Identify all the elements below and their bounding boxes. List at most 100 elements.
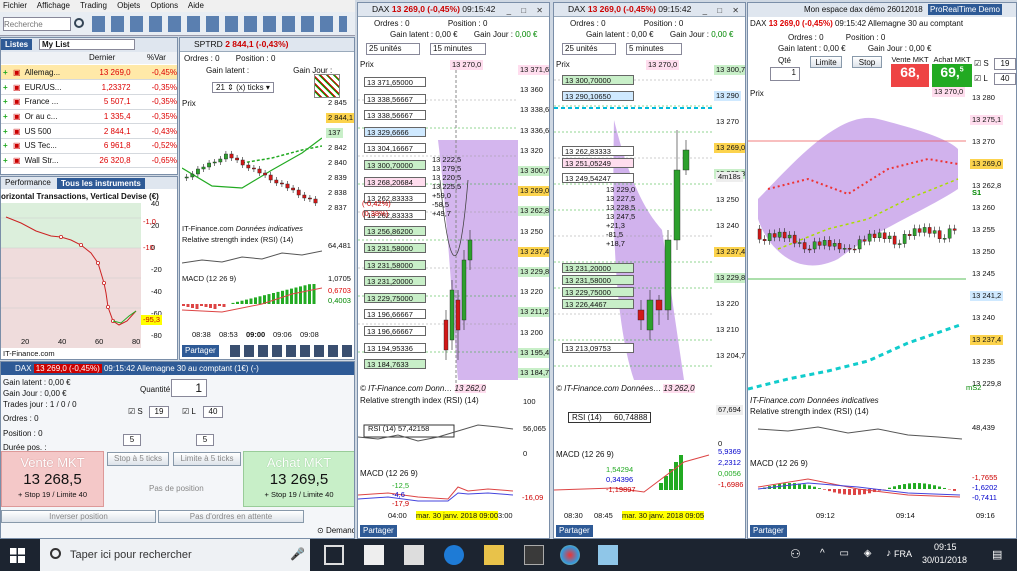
plus-icon[interactable]: + bbox=[1, 109, 11, 125]
menu-objets[interactable]: Objets bbox=[117, 1, 140, 10]
limit-5-ticks-button[interactable]: Limite à 5 ticks bbox=[173, 452, 241, 466]
media-icon[interactable] bbox=[524, 545, 544, 565]
chart3-sell-button[interactable]: Vente MKT 68, bbox=[891, 55, 929, 87]
watchlist-row[interactable]: + ▣ Or au c... 1 335,4 -0,35% bbox=[1, 109, 177, 125]
col-var[interactable]: %Var bbox=[147, 53, 166, 62]
spx-share-button[interactable]: Partager bbox=[182, 345, 219, 357]
price-level[interactable]: 13 196,66667 bbox=[364, 326, 426, 336]
task-view-icon[interactable] bbox=[324, 545, 344, 565]
chart2-timeframe-select[interactable]: 5 minutes bbox=[626, 43, 682, 55]
plus-icon[interactable]: + bbox=[1, 79, 11, 95]
menu-affichage[interactable]: Affichage bbox=[37, 1, 70, 10]
email-icon[interactable] bbox=[364, 545, 384, 565]
stop-5-ticks-button[interactable]: Stop à 5 ticks bbox=[107, 452, 169, 466]
plus-icon[interactable]: + bbox=[1, 153, 11, 169]
spx-tools[interactable] bbox=[230, 345, 352, 357]
sell-button[interactable]: Vente MKT 13 268,5 + Stop 19 / Limite 40 bbox=[1, 451, 104, 507]
chart3-l-input[interactable]: 40 bbox=[994, 73, 1016, 85]
price-level[interactable]: 13 329,6666 bbox=[364, 126, 426, 137]
toolbar-icons[interactable] bbox=[92, 16, 347, 32]
paint-icon[interactable] bbox=[560, 545, 580, 565]
limit-input[interactable]: 40 bbox=[203, 406, 223, 418]
chart1-share-button[interactable]: Partager bbox=[360, 525, 397, 537]
all-instruments-tab[interactable]: Tous les instruments bbox=[57, 178, 145, 189]
col-last[interactable]: Dernier bbox=[89, 53, 115, 62]
stop-input[interactable]: 19 bbox=[149, 406, 169, 418]
price-level[interactable]: 13 231,20000 bbox=[364, 276, 426, 287]
trade-icon[interactable]: ▣ bbox=[11, 138, 23, 154]
chart3-limit-button[interactable]: Limite bbox=[810, 56, 842, 68]
price-level[interactable]: 13 338,56667 bbox=[364, 110, 426, 121]
price-level[interactable]: 13 231,20000 bbox=[562, 263, 634, 273]
trade-icon[interactable]: ▣ bbox=[11, 109, 23, 125]
trade-icon[interactable]: ▣ bbox=[11, 79, 23, 95]
explorer-icon[interactable] bbox=[484, 545, 504, 565]
reverse-position-button[interactable]: Inverser position bbox=[1, 510, 156, 523]
menu-fichier[interactable]: Fichier bbox=[3, 1, 27, 10]
search-icon[interactable] bbox=[74, 18, 84, 28]
watchlist-row[interactable]: + ▣ France ... 5 507,1 -0,35% bbox=[1, 94, 177, 110]
people-icon[interactable]: ⚇ bbox=[790, 547, 801, 561]
watchlist-row[interactable]: + ▣ US 500 2 844,1 -0,43% bbox=[1, 123, 177, 139]
language-indicator[interactable]: FRA bbox=[894, 549, 912, 559]
price-level[interactable]: 13 226,4467 bbox=[562, 299, 634, 309]
buy-button[interactable]: Achat MKT 13 269,5 + Stop 19 / Limite 40 bbox=[243, 451, 354, 507]
watchlist-row[interactable]: + ▣ EUR/US... 1,23372 -0,35% bbox=[1, 79, 177, 95]
spin-1[interactable]: 5 bbox=[123, 434, 141, 446]
no-orders-button[interactable]: Pas d'ordres en attente bbox=[158, 510, 304, 523]
price-level[interactable]: 13 196,66667 bbox=[364, 309, 426, 320]
list-select[interactable]: My List bbox=[39, 39, 135, 50]
price-level[interactable]: 13 184,7633 bbox=[364, 359, 426, 370]
price-level[interactable]: 13 231,58000 bbox=[364, 243, 426, 253]
chart3-share-button[interactable]: Partager bbox=[750, 525, 787, 537]
qty-input[interactable]: 1 bbox=[171, 379, 207, 397]
spx-trade-icon[interactable] bbox=[314, 74, 340, 98]
tray-icons[interactable]: ^ ▭ ◈ ♪ bbox=[820, 548, 897, 559]
chart2-units-select[interactable]: 25 unités bbox=[562, 43, 616, 55]
price-level[interactable]: 13 229,75000 bbox=[562, 287, 634, 297]
chart3-s-input[interactable]: 19 bbox=[994, 58, 1016, 70]
plus-icon[interactable]: + bbox=[1, 94, 11, 110]
chart3-buy-button[interactable]: Achat MKT 69,5 bbox=[932, 55, 972, 87]
price-level[interactable]: 13 338,56667 bbox=[364, 93, 426, 104]
plus-icon[interactable]: + bbox=[1, 123, 11, 139]
store-icon[interactable] bbox=[404, 545, 424, 565]
demande-label[interactable]: ⊙ Demande bbox=[317, 526, 354, 535]
trade-icon[interactable]: ▣ bbox=[11, 123, 23, 139]
search-input[interactable] bbox=[3, 17, 71, 31]
ticks-spinner[interactable]: 21 ⇕ (x) ticks ▾ bbox=[212, 82, 274, 93]
menu-trading[interactable]: Trading bbox=[80, 1, 107, 10]
plus-icon[interactable]: + bbox=[1, 138, 11, 154]
chart2-share-button[interactable]: Partager bbox=[556, 525, 593, 537]
price-level[interactable]: 13 249,54247 bbox=[562, 173, 634, 183]
menu-options[interactable]: Options bbox=[151, 1, 179, 10]
price-level[interactable]: 13 194,95336 bbox=[364, 342, 426, 353]
price-level[interactable]: 13 300,70000 bbox=[364, 160, 426, 170]
price-level[interactable]: 13 268,20684 bbox=[364, 176, 426, 187]
price-level[interactable]: 13 229,75000 bbox=[364, 292, 426, 303]
clock-time[interactable]: 09:15 bbox=[934, 542, 957, 552]
notepad-icon[interactable] bbox=[598, 545, 618, 565]
watchlist-row[interactable]: + ▣ Allemag... 13 269,0 -0,45% bbox=[1, 65, 177, 81]
edge-icon[interactable] bbox=[444, 545, 464, 565]
watchlist-row[interactable]: + ▣ Wall Str... 26 320,8 -0,65% bbox=[1, 153, 177, 169]
watchlist-tab[interactable]: Listes bbox=[1, 39, 33, 50]
price-level[interactable]: 13 262,83333 bbox=[562, 146, 634, 156]
chart3-stop-button[interactable]: Stop bbox=[852, 56, 882, 68]
trade-icon[interactable]: ▣ bbox=[11, 94, 23, 110]
notifications-icon[interactable]: ▤ bbox=[992, 548, 1002, 561]
price-level[interactable]: 13 251,05249 bbox=[562, 158, 634, 168]
price-level[interactable]: 13 304,16667 bbox=[364, 143, 426, 154]
price-level[interactable]: 13 231,58000 bbox=[562, 275, 634, 285]
trade-icon[interactable]: ▣ bbox=[11, 153, 23, 169]
price-level[interactable]: 13 290,10650 bbox=[562, 91, 634, 101]
chart3-qty[interactable]: 1 bbox=[770, 67, 800, 81]
price-level[interactable]: 13 256,86200 bbox=[364, 226, 426, 237]
windows-start-icon[interactable] bbox=[10, 548, 25, 563]
price-level[interactable]: 13 231,58000 bbox=[364, 259, 426, 270]
menu-aide[interactable]: Aide bbox=[188, 1, 204, 10]
taskbar-search[interactable]: Taper ici pour rechercher 🎤 bbox=[40, 539, 310, 571]
performance-tab[interactable]: Performance bbox=[5, 178, 51, 187]
price-level[interactable]: 13 213,09753 bbox=[562, 343, 634, 353]
watchlist-row[interactable]: + ▣ US Tec... 6 961,8 -0,52% bbox=[1, 138, 177, 154]
